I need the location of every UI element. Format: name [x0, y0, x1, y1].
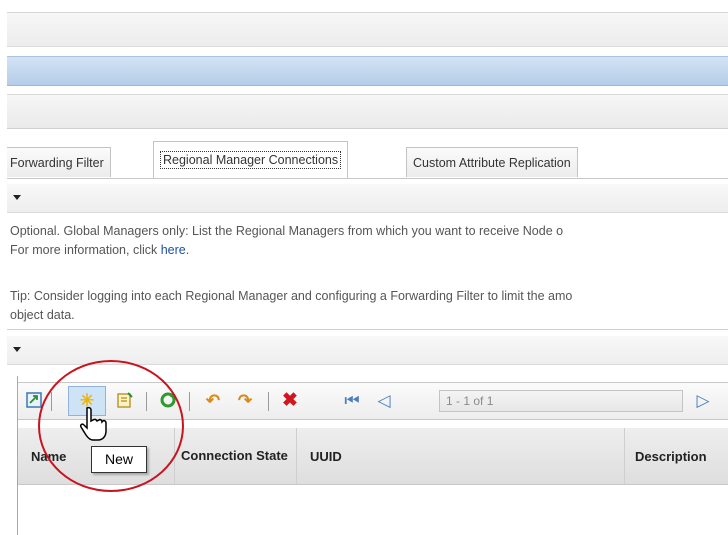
open-icon[interactable] — [24, 391, 44, 411]
tab-strip: Forwarding Filter Regional Manager Conne… — [7, 140, 728, 179]
toolbar-separator — [51, 392, 52, 411]
column-header-label: Description — [635, 448, 707, 464]
collapse-triangle-icon — [13, 347, 21, 352]
paging-text: 1 - 1 of 1 — [446, 394, 494, 408]
hand-cursor-icon — [80, 406, 107, 441]
info-line-more: For more information, click here. — [10, 241, 728, 260]
column-header-label: Name — [31, 448, 67, 464]
info-section-toggle[interactable] — [7, 184, 728, 213]
tab-forwarding-filter[interactable]: Forwarding Filter — [7, 147, 111, 177]
refresh-icon[interactable] — [158, 391, 178, 411]
column-header-label: Connection State — [181, 448, 288, 463]
tab-custom-attribute-replication[interactable]: Custom Attribute Replication — [406, 147, 578, 177]
tab-regional-manager-connections[interactable]: Regional Manager Connections — [153, 141, 349, 178]
form-header-bar — [7, 94, 728, 129]
table-section-toggle[interactable] — [7, 336, 728, 365]
tab-label: Custom Attribute Replication — [413, 156, 571, 170]
collapse-triangle-icon — [13, 195, 21, 200]
paging-field[interactable]: 1 - 1 of 1 — [439, 390, 683, 412]
toolbar-separator — [146, 392, 147, 411]
column-header-label: UUID — [310, 448, 342, 464]
undo-icon[interactable]: ↶ — [203, 391, 223, 411]
divider — [7, 329, 728, 330]
delete-icon[interactable]: ✖ — [280, 391, 300, 411]
first-page-icon[interactable]: ⏮ — [342, 391, 362, 411]
toolbar-separator — [189, 392, 190, 411]
info-more-prefix: For more information, click — [10, 243, 161, 257]
title-bar — [7, 56, 728, 86]
previous-page-icon[interactable]: ◁ — [374, 391, 394, 411]
info-text: Optional. Global Managers only: List the… — [10, 222, 728, 260]
column-header-description[interactable]: Description — [625, 428, 728, 484]
tip-line: Tip: Consider logging into each Regional… — [10, 289, 573, 303]
table-toolbar: ✳ ↶ ↷ ✖ ⏮ ◁ 1 - 1 of 1 ▷ — [18, 382, 728, 420]
info-line: Optional. Global Managers only: List the… — [10, 224, 564, 238]
column-header-connection-state[interactable]: Connection State — [175, 428, 297, 484]
tip-line: object data. — [10, 308, 75, 322]
help-link[interactable]: here — [161, 243, 186, 257]
tooltip-text: New — [104, 451, 133, 467]
new-tooltip: New — [91, 446, 147, 473]
toolbar-separator — [268, 392, 269, 411]
redo-icon[interactable]: ↷ — [235, 391, 255, 411]
open-form-icon[interactable] — [115, 391, 135, 411]
tab-label: Regional Manager Connections — [160, 151, 342, 169]
tip-text: Tip: Consider logging into each Regional… — [10, 287, 728, 325]
next-page-icon[interactable]: ▷ — [693, 391, 713, 411]
info-more-suffix: . — [185, 243, 190, 257]
top-bar — [7, 12, 728, 47]
column-header-uuid[interactable]: UUID — [297, 428, 625, 484]
tab-label: Forwarding Filter — [10, 156, 104, 170]
